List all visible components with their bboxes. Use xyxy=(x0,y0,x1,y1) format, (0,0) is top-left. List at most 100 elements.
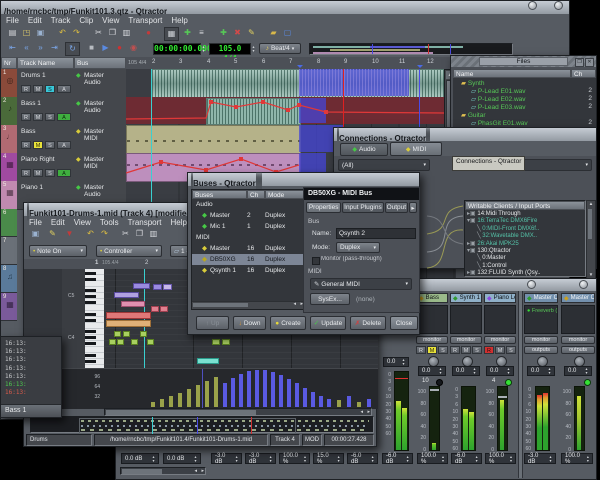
menu-file[interactable]: File xyxy=(6,16,19,25)
files-col-name[interactable]: Name xyxy=(453,69,571,78)
close-button[interactable]: Close xyxy=(390,316,418,330)
down-button[interactable]: ↓Down xyxy=(233,316,266,330)
undo-icon[interactable]: ↶ xyxy=(84,228,97,240)
ports-scrollbar[interactable]: ▲ ▼ xyxy=(586,200,596,279)
plugin-item[interactable]: ● Freeverb ( xyxy=(527,308,557,314)
save-icon[interactable]: ▣ xyxy=(29,228,42,240)
bus-group-midi[interactable]: MIDI xyxy=(192,232,304,243)
input-gain-spin[interactable]: 0.0 dB▴▾ xyxy=(163,453,201,464)
redo-icon[interactable]: ↷ xyxy=(70,27,83,39)
close-button[interactable] xyxy=(554,1,563,10)
session-overview[interactable] xyxy=(309,43,513,55)
pan-spin[interactable]: 0.0▴▾ xyxy=(564,366,592,376)
solo-button[interactable]: S xyxy=(472,346,482,354)
clip-drums-selection[interactable] xyxy=(299,69,409,96)
bus-row[interactable]: ◆Master16Duplex xyxy=(192,243,304,254)
record-button[interactable]: R xyxy=(21,85,31,93)
menu-transport[interactable]: Transport xyxy=(128,16,162,25)
controller-type-combo[interactable]: • Controller▾ xyxy=(96,245,162,257)
transport-backward-icon[interactable]: ⇤ xyxy=(6,42,19,54)
input-gain-spin[interactable]: 0.0 dB▴▾ xyxy=(121,453,159,464)
strip-volume-spin[interactable]: -6.0 dB▴▾ xyxy=(347,453,378,464)
fader-handle[interactable] xyxy=(498,396,507,398)
tempo-spinner[interactable]: ▴▾ xyxy=(250,43,257,54)
solo-button[interactable]: S xyxy=(438,346,448,354)
tab-midi[interactable]: ◆MIDI xyxy=(390,142,442,156)
files-tree[interactable]: ▰ Synth ▱ P-Lead E01.wav2 ▱ P-Lead E02.w… xyxy=(453,78,596,132)
play-icon[interactable]: ▶ xyxy=(99,42,112,54)
copy-icon[interactable]: ❐ xyxy=(106,27,119,39)
port-client[interactable]: ▸▣ 132:FLUID Synth (Qsy.. xyxy=(467,270,583,277)
col-nr[interactable]: Nr xyxy=(1,57,17,69)
new-icon[interactable]: ▤ xyxy=(6,27,19,39)
snap-combo[interactable]: ♪ Beat/4▾ xyxy=(259,43,301,54)
copy-icon[interactable]: ❐ xyxy=(133,228,146,240)
inputs-hscrollbar[interactable]: ◂▸ xyxy=(120,467,206,475)
monitor-button[interactable]: monitor xyxy=(484,336,516,344)
solo-button[interactable]: S xyxy=(506,346,516,354)
midi-hscrollbar[interactable]: ◂▸ xyxy=(104,408,372,416)
track-row[interactable]: 4▦ Piano Right R M S A ◆ MasterMIDI xyxy=(1,153,126,182)
strip-volume-spin[interactable]: -3.0 dB▴▾ xyxy=(211,453,242,464)
delete-button[interactable]: ✗Delete xyxy=(350,316,386,330)
event-type-combo[interactable]: • Note On▾ xyxy=(29,245,87,257)
range-icon[interactable]: ▢ xyxy=(281,27,294,39)
close-icon[interactable]: ✕ xyxy=(585,58,594,67)
bus-name-input[interactable] xyxy=(336,228,416,239)
track-row[interactable]: 1◎ Drums 1 R M S A ◆ MasterAudio xyxy=(1,69,126,98)
pan-spin[interactable]: 0.0▴▾ xyxy=(452,366,480,376)
pan-spin[interactable]: 0.0▴▾ xyxy=(486,366,514,376)
monitor-button[interactable]: monitor xyxy=(561,336,595,344)
save-icon[interactable]: ▣ xyxy=(34,27,47,39)
outputs-button[interactable]: outputs xyxy=(561,346,595,354)
strip-label[interactable]: ◆Bass xyxy=(416,293,448,303)
track-number-cell[interactable]: 9▦ xyxy=(1,293,17,321)
mode-combo[interactable]: Duplex▾ xyxy=(336,242,380,253)
minimize-button[interactable] xyxy=(528,1,537,10)
strip-label[interactable]: ◆Master Out xyxy=(561,293,595,303)
track-row[interactable]: 2♪ Bass 1 R M S A ◆ MasterAudio xyxy=(1,97,126,126)
record-button[interactable]: R xyxy=(21,169,31,177)
strip-label[interactable]: ◆Piano Left xyxy=(484,293,516,303)
plugin-list[interactable] xyxy=(450,305,482,334)
track-row[interactable]: 3♩ Bass R M S A ◆ MasterMIDI xyxy=(1,125,126,154)
float-icon[interactable]: ❐ xyxy=(575,58,584,67)
automation-button[interactable]: A xyxy=(57,85,71,93)
bus-row-selected[interactable]: ◆DB50XG16Duplex xyxy=(192,254,304,265)
automation-button[interactable]: A xyxy=(57,169,71,177)
mute-button[interactable]: M xyxy=(461,346,471,354)
strip-label[interactable]: ◆Synth 1 xyxy=(450,293,482,303)
bass1-gain-curve[interactable] xyxy=(126,97,444,125)
piano-keys[interactable] xyxy=(85,269,104,368)
plugin-list[interactable]: ● Freeverb ( xyxy=(524,305,558,334)
midi-note[interactable] xyxy=(131,339,138,345)
col-bus[interactable]: Bus xyxy=(74,57,126,69)
bus-row[interactable]: ◆Mic 11Duplex xyxy=(192,221,304,232)
midi-overview[interactable] xyxy=(30,416,374,433)
record-button[interactable]: R xyxy=(21,141,31,149)
port-client[interactable]: ▸▣ 14:Midi Through xyxy=(467,211,583,218)
menu-help[interactable]: Help xyxy=(171,16,187,25)
bus-row[interactable]: ◆Qsynth 116Duplex xyxy=(192,265,304,276)
midi-note[interactable] xyxy=(121,301,145,307)
col-ch[interactable]: Ch xyxy=(247,190,265,199)
monitor-button[interactable]: monitor xyxy=(524,336,558,344)
strip-volume-spin[interactable]: -3.0 dB▴▾ xyxy=(524,453,556,464)
select-mode-icon[interactable]: ▦ xyxy=(164,27,179,41)
port-item[interactable]: ╲ 32:Wavetable DMX.. xyxy=(467,233,583,240)
outputs-button[interactable]: outputs xyxy=(524,346,558,354)
bus-group-audio[interactable]: Audio xyxy=(192,199,304,210)
port-item[interactable]: ╲ 1:Control xyxy=(467,263,583,270)
menu-track[interactable]: Track xyxy=(51,16,71,25)
midi-note[interactable] xyxy=(153,284,162,290)
buses-titlebar[interactable]: Buses - Qtractor xyxy=(188,173,419,186)
update-button[interactable]: ✓Update xyxy=(310,316,346,330)
col-track-name[interactable]: Track Name xyxy=(17,57,74,69)
edit-track-icon[interactable]: ✎ xyxy=(245,27,258,39)
punch-icon[interactable]: ◉ xyxy=(127,42,140,54)
paste-icon[interactable]: ▥ xyxy=(120,27,133,39)
ports-header[interactable]: Writable Clients / Input Ports xyxy=(465,201,585,210)
record-button[interactable]: R xyxy=(21,113,31,121)
midi-note[interactable] xyxy=(114,331,121,337)
main-titlebar[interactable]: /home/rncbc/tmp/Funkit101.3.qtz - Qtract… xyxy=(1,1,569,14)
